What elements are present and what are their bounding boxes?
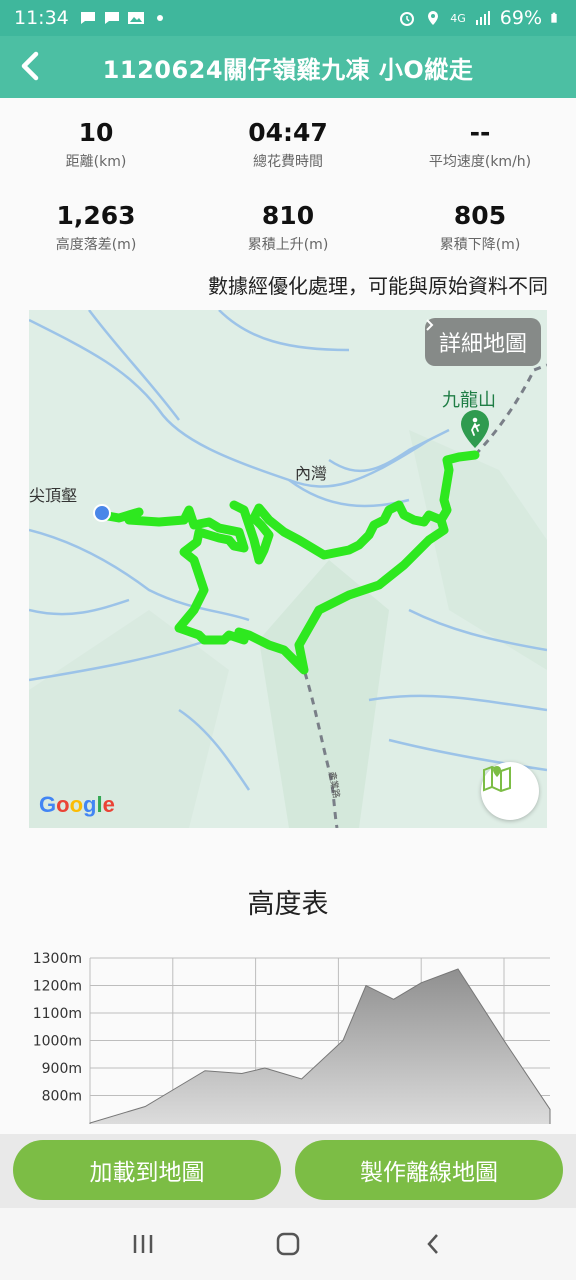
elevation-tick-label: 1000m [33, 1034, 82, 1050]
elevation-tick-label: 900m [42, 1061, 82, 1077]
dot-icon [156, 15, 163, 21]
stat-value: 10 [78, 118, 114, 147]
signal-icon [475, 11, 490, 25]
stat-distance: 10 距離(km) [0, 118, 192, 171]
stat-label: 總花費時間 [253, 154, 323, 170]
stat-label: 距離(km) [65, 154, 127, 170]
chat-icon [80, 12, 95, 24]
folded-map-icon [483, 765, 511, 792]
elevation-chart: 1300m 1200m 1100m 1000m 900m 800m [33, 951, 551, 1124]
home-icon [276, 1232, 300, 1256]
stat-elevation-range: 1,263 高度落差(m) [0, 201, 192, 254]
stat-label: 累積下降(m) [439, 237, 521, 253]
stat-total-descent: 805 累積下降(m) [384, 201, 576, 254]
detail-map-label: 詳細地圖 [438, 332, 527, 357]
status-time: 11:34 [14, 7, 69, 29]
network-type: 4G [450, 11, 466, 25]
back-button[interactable] [403, 1224, 463, 1264]
recent-apps-button[interactable] [113, 1224, 173, 1264]
elevation-tick-label: 1200m [33, 979, 82, 995]
start-marker [93, 504, 111, 522]
back-arrow-icon[interactable] [14, 48, 50, 84]
elevation-tick-label: 1100m [33, 1006, 82, 1022]
data-optimization-note: 數據經優化處理，可能與原始資料不同 [208, 274, 548, 298]
google-logo: Google [39, 792, 115, 817]
image-icon [127, 12, 144, 24]
elevation-tick-label: 800m [42, 1089, 82, 1105]
chat-icon-2 [104, 12, 119, 24]
map-label-left-peak: 尖頂壑 [29, 486, 78, 505]
battery-percent: 69% [499, 7, 542, 29]
elevation-area [89, 968, 551, 1124]
status-bar: 11:34 4G 69% [0, 0, 576, 36]
stat-value: -- [469, 118, 491, 147]
action-bar: 加載到地圖 製作離線地圖 [0, 1134, 576, 1208]
stat-value: 1,263 [56, 201, 136, 230]
stat-value: 805 [453, 201, 507, 230]
stat-avg-speed: -- 平均速度(km/h) [384, 118, 576, 171]
system-nav-bar [0, 1208, 576, 1280]
map-label-village: 內灣 [295, 464, 328, 483]
stat-value: 04:47 [248, 118, 328, 147]
home-button[interactable] [258, 1224, 318, 1264]
elevation-title: 高度表 [247, 889, 329, 920]
stat-total-ascent: 810 累積上升(m) [192, 201, 384, 254]
map-label-peak: 九龍山 [442, 390, 496, 411]
page-title: 1120624關仔嶺雞九凍 小O縱走 [102, 55, 474, 84]
back-nav-icon [427, 1234, 439, 1254]
stat-label: 高度落差(m) [55, 237, 137, 253]
app-header: 1120624關仔嶺雞九凍 小O縱走 [0, 36, 576, 98]
alarm-icon [400, 12, 415, 26]
chevron-right-icon [426, 319, 434, 331]
stat-total-time: 04:47 總花費時間 [192, 118, 384, 171]
location-icon [428, 11, 439, 25]
map-type-button[interactable] [481, 762, 539, 820]
load-to-map-button[interactable]: 加載到地圖 [13, 1140, 281, 1200]
stat-label: 累積上升(m) [247, 237, 329, 253]
detail-map-button[interactable]: 詳細地圖 [424, 318, 541, 366]
recent-apps-icon [133, 1235, 152, 1253]
stat-label: 平均速度(km/h) [428, 154, 532, 170]
stat-value: 810 [261, 201, 315, 230]
route-map[interactable]: 產業路 詳細地圖 九龍山 內灣 尖頂壑 Google [29, 310, 547, 828]
make-offline-map-button[interactable]: 製作離線地圖 [295, 1140, 563, 1200]
battery-icon [551, 12, 557, 23]
track-detail: 10 距離(km) 04:47 總花費時間 -- 平均速度(km/h) 1,26… [0, 98, 576, 1134]
elevation-tick-label: 1300m [33, 951, 82, 967]
